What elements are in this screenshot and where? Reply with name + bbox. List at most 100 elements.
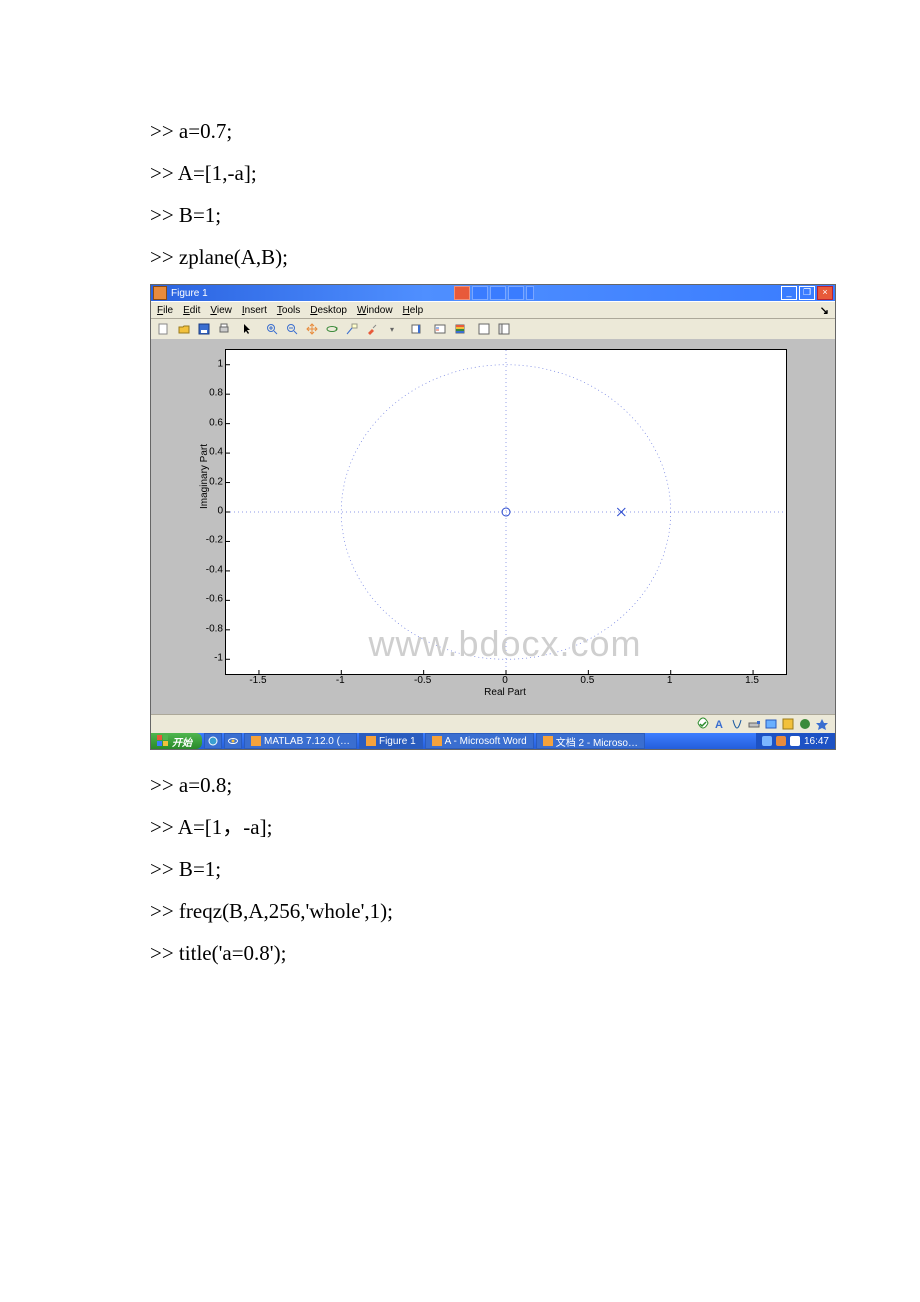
window-title: Figure 1 bbox=[171, 288, 208, 299]
app-icon bbox=[251, 736, 261, 746]
tray-icon[interactable] bbox=[815, 717, 829, 731]
figure-toolbar[interactable]: ▾ bbox=[151, 319, 835, 340]
y-tick-label: 0.4 bbox=[209, 447, 223, 458]
titlebar-icon[interactable] bbox=[472, 286, 488, 300]
tray-icon[interactable] bbox=[762, 736, 772, 746]
taskbar-item[interactable]: 文档 2 - Microso… bbox=[536, 733, 645, 749]
figure-status-tray: A bbox=[151, 714, 835, 733]
titlebar-icon[interactable] bbox=[526, 286, 534, 300]
hide-tools-icon[interactable] bbox=[475, 320, 493, 338]
menu-help[interactable]: Help bbox=[403, 305, 424, 316]
menu-close-x[interactable]: ↘ bbox=[820, 304, 829, 317]
menu-view[interactable]: View bbox=[210, 305, 232, 316]
app-icon bbox=[432, 736, 442, 746]
taskbar-item-label: 文档 2 - Microso… bbox=[556, 734, 638, 749]
start-button[interactable]: 开始 bbox=[151, 733, 202, 749]
title-bar[interactable]: Figure 1 _ ❐ × bbox=[151, 285, 835, 301]
app-icon bbox=[366, 736, 376, 746]
tray-icon[interactable] bbox=[764, 717, 778, 731]
code-line: >> zplane(A,B); bbox=[150, 236, 770, 278]
taskbar-item[interactable]: Figure 1 bbox=[359, 733, 423, 749]
close-button[interactable]: × bbox=[817, 286, 833, 300]
taskbar-item-label: A - Microsoft Word bbox=[445, 736, 527, 747]
y-tick-label: -0.6 bbox=[206, 594, 223, 605]
x-tick-label: -0.5 bbox=[414, 675, 431, 686]
titlebar-icon[interactable] bbox=[490, 286, 506, 300]
x-tick-label: 0.5 bbox=[580, 675, 594, 686]
x-tick-label: 1.5 bbox=[745, 675, 759, 686]
insert-colorbar-icon[interactable] bbox=[451, 320, 469, 338]
taskbar-item-label: Figure 1 bbox=[379, 736, 416, 747]
menu-window[interactable]: Window bbox=[357, 305, 393, 316]
menu-file[interactable]: File bbox=[157, 305, 173, 316]
pointer-icon[interactable] bbox=[239, 320, 257, 338]
zoom-in-icon[interactable] bbox=[263, 320, 281, 338]
tray-icon[interactable] bbox=[776, 736, 786, 746]
legend-icon[interactable] bbox=[431, 320, 449, 338]
y-tick-label: -1 bbox=[214, 653, 223, 664]
code-line: >> a=0.7; bbox=[150, 110, 770, 152]
figure-window: Figure 1 _ ❐ × File Edit View Insert Too… bbox=[150, 284, 836, 750]
pan-icon[interactable] bbox=[303, 320, 321, 338]
system-tray[interactable]: 16:47 bbox=[756, 733, 835, 749]
code-line: >> freqz(B,A,256,'whole',1); bbox=[150, 890, 770, 932]
new-figure-icon[interactable] bbox=[155, 320, 173, 338]
y-tick-label: 0.8 bbox=[209, 388, 223, 399]
print-icon[interactable] bbox=[215, 320, 233, 338]
tray-icon[interactable] bbox=[747, 717, 761, 731]
y-tick-label: -0.2 bbox=[206, 535, 223, 546]
tray-icon[interactable] bbox=[798, 717, 812, 731]
data-cursor-icon[interactable] bbox=[343, 320, 361, 338]
code-line: >> a=0.8; bbox=[150, 764, 770, 806]
tray-icon[interactable] bbox=[696, 717, 710, 731]
tray-icon[interactable]: A bbox=[713, 717, 727, 731]
brush-icon[interactable] bbox=[363, 320, 381, 338]
app-icon bbox=[543, 736, 553, 746]
taskbar-item[interactable]: A - Microsoft Word bbox=[425, 733, 534, 749]
x-tick-label: -1.5 bbox=[249, 675, 266, 686]
menu-bar[interactable]: File Edit View Insert Tools Desktop Wind… bbox=[151, 301, 835, 319]
link-icon[interactable]: ▾ bbox=[383, 320, 401, 338]
windows-logo-icon bbox=[157, 735, 169, 747]
code-line: >> A=[1,-a]; bbox=[150, 152, 770, 194]
y-tick-label: 1 bbox=[217, 358, 223, 369]
x-tick-label: 1 bbox=[667, 675, 673, 686]
open-icon[interactable] bbox=[175, 320, 193, 338]
titlebar-icon[interactable] bbox=[508, 286, 524, 300]
colorbar-icon[interactable] bbox=[407, 320, 425, 338]
x-tick-label: 0 bbox=[502, 675, 508, 686]
y-tick-label: 0.6 bbox=[209, 417, 223, 428]
menu-desktop[interactable]: Desktop bbox=[310, 305, 347, 316]
taskbar-item[interactable]: MATLAB 7.12.0 (… bbox=[244, 733, 357, 749]
svg-text:A: A bbox=[715, 719, 723, 731]
tray-icon[interactable] bbox=[730, 717, 744, 731]
chart-axes bbox=[225, 349, 787, 675]
titlebar-icon[interactable] bbox=[454, 286, 470, 300]
x-axis-label: Real Part bbox=[225, 687, 785, 698]
tray-icon[interactable] bbox=[790, 736, 800, 746]
taskbar-item-label: MATLAB 7.12.0 (… bbox=[264, 736, 350, 747]
start-label: 开始 bbox=[172, 734, 192, 749]
windows-taskbar[interactable]: 开始 MATLAB 7.12.0 (… Figure 1 A - Microsoft… bbox=[151, 733, 835, 749]
quick-launch-icon[interactable] bbox=[224, 733, 242, 749]
minimize-button[interactable]: _ bbox=[781, 286, 797, 300]
show-tools-icon[interactable] bbox=[495, 320, 513, 338]
quick-launch-ie-icon[interactable] bbox=[204, 733, 222, 749]
y-tick-label: -0.8 bbox=[206, 623, 223, 634]
code-line: >> B=1; bbox=[150, 848, 770, 890]
x-tick-label: -1 bbox=[336, 675, 345, 686]
tray-icon[interactable] bbox=[781, 717, 795, 731]
code-line: >> A=[1，-a]; bbox=[150, 806, 770, 848]
y-tick-label: 0.2 bbox=[209, 476, 223, 487]
code-line: >> B=1; bbox=[150, 194, 770, 236]
code-line: >> title('a=0.8'); bbox=[150, 932, 770, 974]
rotate3d-icon[interactable] bbox=[323, 320, 341, 338]
maximize-button[interactable]: ❐ bbox=[799, 286, 815, 300]
menu-tools[interactable]: Tools bbox=[277, 305, 300, 316]
menu-edit[interactable]: Edit bbox=[183, 305, 200, 316]
save-icon[interactable] bbox=[195, 320, 213, 338]
titlebar-middle-icons bbox=[454, 286, 534, 300]
y-tick-label: 0 bbox=[217, 506, 223, 517]
zoom-out-icon[interactable] bbox=[283, 320, 301, 338]
menu-insert[interactable]: Insert bbox=[242, 305, 267, 316]
